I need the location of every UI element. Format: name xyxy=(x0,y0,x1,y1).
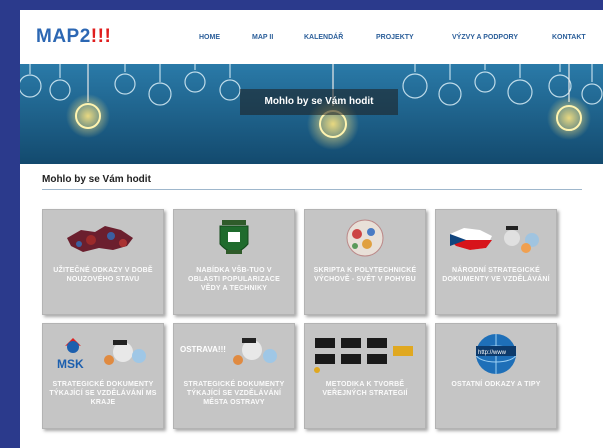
svet-v-pohybu-icon xyxy=(346,219,384,257)
ostrava-logo-text: OSTRAVA!!! xyxy=(180,345,226,354)
card-ostatni-odkazy[interactable]: http://www OSTATNÍ ODKAZY A TIPY xyxy=(435,323,557,429)
card-uzitecne-odkazy[interactable]: UŽITEČNÉ ODKAZY V DOBĚ NOUZOVÉHO STAVU xyxy=(42,209,164,315)
card-label: METODIKA K TVORBĚ VEŘEJNÝCH STRATEGIÍ xyxy=(322,381,408,397)
ostrava-logo-icon: OSTRAVA!!! xyxy=(180,338,277,365)
msk-logo-text: MSK xyxy=(57,357,84,371)
nav-item-kontakt[interactable]: KONTAKT xyxy=(552,34,586,41)
card-vsb-tuo[interactable]: NABÍDKA VŠB-TUO V OBLASTI POPULARIZACE V… xyxy=(173,209,295,315)
card-skripta[interactable]: SKRIPTA K POLYTECHNICKÉ VÝCHOVĚ - SVĚT V… xyxy=(304,209,426,315)
covid-map-icon xyxy=(67,226,133,252)
banner-title: Mohlo by se Vám hodit xyxy=(240,89,398,115)
main-nav: HOME MAP II KALENDÁŘ PROJEKTY VÝZVY A PO… xyxy=(20,34,603,48)
vsb-tuo-emblem-icon xyxy=(219,220,249,254)
czech-flag-map-icon xyxy=(450,226,539,253)
www-globe-icon: http://www xyxy=(475,334,517,374)
section-title: Mohlo by se Vám hodit xyxy=(42,174,151,185)
nav-item-map-ii[interactable]: MAP II xyxy=(252,34,273,41)
card-metodika[interactable]: METODIKA K TVORBĚ VEŘEJNÝCH STRATEGIÍ xyxy=(304,323,426,429)
site-header: MAP2!!! HOME MAP II KALENDÁŘ PROJEKTY VÝ… xyxy=(20,10,603,64)
card-ostrava-dokumenty[interactable]: OSTRAVA!!! STRATEGICKÉ DOKUMENTY TÝKAJÍC… xyxy=(173,323,295,429)
card-label: STRATEGICKÉ DOKUMENTY TÝKAJÍCÍ SE VZDĚLÁ… xyxy=(183,381,285,406)
nav-item-projekty[interactable]: PROJEKTY xyxy=(376,34,414,41)
nav-item-kalendar[interactable]: KALENDÁŘ xyxy=(304,34,343,41)
card-narodni-dokumenty[interactable]: NÁRODNÍ STRATEGICKÉ DOKUMENTY VE VZDĚLÁV… xyxy=(435,209,557,315)
card-label: NÁRODNÍ STRATEGICKÉ DOKUMENTY VE VZDĚLÁV… xyxy=(442,267,550,283)
msk-logo-icon: MSK xyxy=(57,338,146,371)
card-label: STRATEGICKÉ DOKUMENTY TÝKAJÍCÍ SE VZDĚLÁ… xyxy=(49,381,157,406)
www-globe-text: http://www xyxy=(478,350,507,356)
card-label: NABÍDKA VŠB-TUO V OBLASTI POPULARIZACE V… xyxy=(188,267,280,292)
nav-item-vyzvy[interactable]: VÝZVY A PODPORY xyxy=(452,34,518,41)
card-label: SKRIPTA K POLYTECHNICKÉ VÝCHOVĚ - SVĚT V… xyxy=(313,267,417,283)
page: MAP2!!! HOME MAP II KALENDÁŘ PROJEKTY VÝ… xyxy=(20,10,603,448)
card-label: OSTATNÍ ODKAZY A TIPY xyxy=(451,381,541,388)
card-label: UŽITEČNÉ ODKAZY V DOBĚ NOUZOVÉHO STAVU xyxy=(53,267,153,283)
card-msk-dokumenty[interactable]: MSK STRATEGICKÉ DOKUMENTY TÝKAJÍCÍ SE VZ… xyxy=(42,323,164,429)
section-divider xyxy=(42,189,582,190)
hero-banner: Mohlo by se Vám hodit xyxy=(20,64,603,164)
flowchart-icon xyxy=(314,338,413,373)
nav-item-home[interactable]: HOME xyxy=(199,34,220,41)
